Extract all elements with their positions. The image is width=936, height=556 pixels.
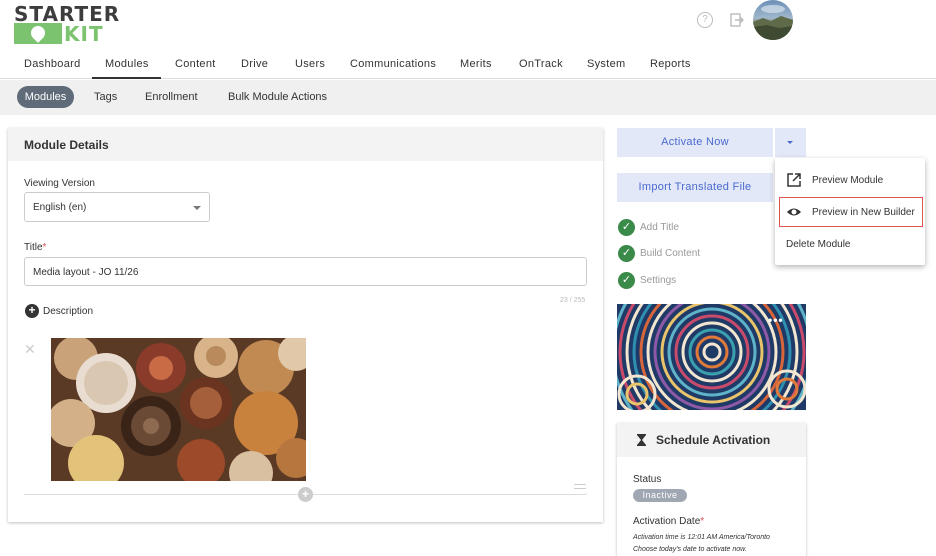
title-label: Title*: [24, 242, 46, 253]
schedule-header: Schedule Activation: [617, 423, 806, 457]
activate-now-button[interactable]: Activate Now: [617, 128, 773, 157]
nav-content[interactable]: Content: [175, 58, 216, 70]
water-drop-icon: [28, 23, 48, 43]
remove-media-icon[interactable]: ✕: [24, 341, 36, 358]
logo-bottom: KIT: [14, 22, 112, 46]
module-options-menu: Preview Module Preview in New Builder De…: [775, 158, 925, 265]
nav-users[interactable]: Users: [295, 58, 325, 70]
nav-system[interactable]: System: [587, 58, 625, 70]
import-translated-file-button[interactable]: Import Translated File: [617, 173, 773, 202]
activation-date-text: Activation Date: [633, 516, 701, 527]
activation-date-label: Activation Date*: [633, 516, 704, 527]
main-nav: Dashboard Modules Content Drive Users Co…: [0, 48, 936, 79]
logo-green-block: [14, 23, 62, 44]
subnav-bulk-module-actions[interactable]: Bulk Module Actions: [228, 91, 327, 103]
drag-handle-icon[interactable]: [574, 484, 586, 489]
nav-active-indicator: [92, 77, 161, 79]
title-input-value: Media layout - JO 11/26: [33, 267, 139, 278]
sub-nav: Modules Tags Enrollment Bulk Module Acti…: [0, 80, 936, 115]
checklist-build-content: Build Content: [640, 248, 701, 259]
schedule-activation-card: Schedule Activation Status Inactive Acti…: [617, 423, 806, 556]
status-badge: Inactive: [633, 489, 687, 502]
logout-icon[interactable]: [729, 12, 745, 28]
check-icon: ✓: [618, 219, 635, 236]
viewing-version-select[interactable]: English (en): [24, 192, 210, 222]
nav-ontrack[interactable]: OnTrack: [519, 58, 563, 70]
user-avatar[interactable]: [753, 0, 793, 40]
nav-merits[interactable]: Merits: [460, 58, 492, 70]
activate-options-button[interactable]: [775, 128, 806, 157]
nav-drive[interactable]: Drive: [241, 58, 268, 70]
schedule-title: Schedule Activation: [656, 433, 771, 447]
card-header: Module Details: [8, 128, 603, 161]
menu-item-delete-module[interactable]: Delete Module: [775, 229, 925, 260]
card-title: Module Details: [24, 138, 109, 152]
menu-item-preview-module[interactable]: Preview Module: [775, 165, 925, 196]
nav-dashboard[interactable]: Dashboard: [24, 58, 81, 70]
title-input[interactable]: Media layout - JO 11/26: [24, 257, 587, 286]
menu-item-preview-new-builder[interactable]: Preview in New Builder: [775, 197, 925, 228]
module-details-card: Module Details Viewing Version English (…: [8, 128, 603, 522]
add-description-icon[interactable]: +: [25, 304, 39, 318]
menu-item-label: Preview Module: [812, 175, 884, 186]
hourglass-icon: [637, 434, 646, 446]
check-icon: ✓: [618, 245, 635, 262]
logo-text-bottom: KIT: [64, 22, 104, 46]
checklist-settings: Settings: [640, 275, 677, 286]
required-mark: *: [42, 242, 47, 253]
add-block-icon[interactable]: +: [298, 487, 313, 502]
checklist-add-title: Add Title: [640, 222, 679, 233]
status-label: Status: [633, 474, 662, 485]
subnav-modules[interactable]: Modules: [17, 86, 74, 108]
nav-reports[interactable]: Reports: [650, 58, 691, 70]
description-label[interactable]: Description: [43, 306, 93, 317]
subnav-enrollment[interactable]: Enrollment: [145, 91, 198, 103]
activation-note-today: Choose today's date to activate now.: [633, 546, 747, 553]
caret-down-icon: [787, 141, 793, 144]
chevron-down-icon: [193, 206, 201, 210]
eye-icon: [787, 208, 801, 216]
subnav-tags[interactable]: Tags: [94, 91, 117, 103]
more-options-icon[interactable]: •••: [768, 313, 784, 327]
media-image-pastries[interactable]: [51, 338, 306, 481]
nav-communications[interactable]: Communications: [350, 58, 436, 70]
char-counter: 23 / 255: [560, 297, 586, 304]
activation-note-time: Activation time is 12:01 AM America/Toro…: [633, 534, 770, 541]
menu-item-label: Delete Module: [786, 239, 851, 250]
starter-kit-logo[interactable]: STARTER KIT: [14, 2, 119, 46]
external-link-icon: [787, 173, 801, 187]
app-header: STARTER KIT ?: [0, 0, 936, 48]
nav-modules[interactable]: Modules: [105, 58, 149, 70]
title-label-text: Title: [24, 242, 43, 253]
menu-item-label: Preview in New Builder: [812, 207, 915, 218]
required-mark: *: [700, 516, 705, 527]
help-icon[interactable]: ?: [697, 12, 713, 28]
check-icon: ✓: [618, 272, 635, 289]
viewing-version-value: English (en): [33, 202, 87, 213]
viewing-version-label: Viewing Version: [24, 178, 95, 189]
